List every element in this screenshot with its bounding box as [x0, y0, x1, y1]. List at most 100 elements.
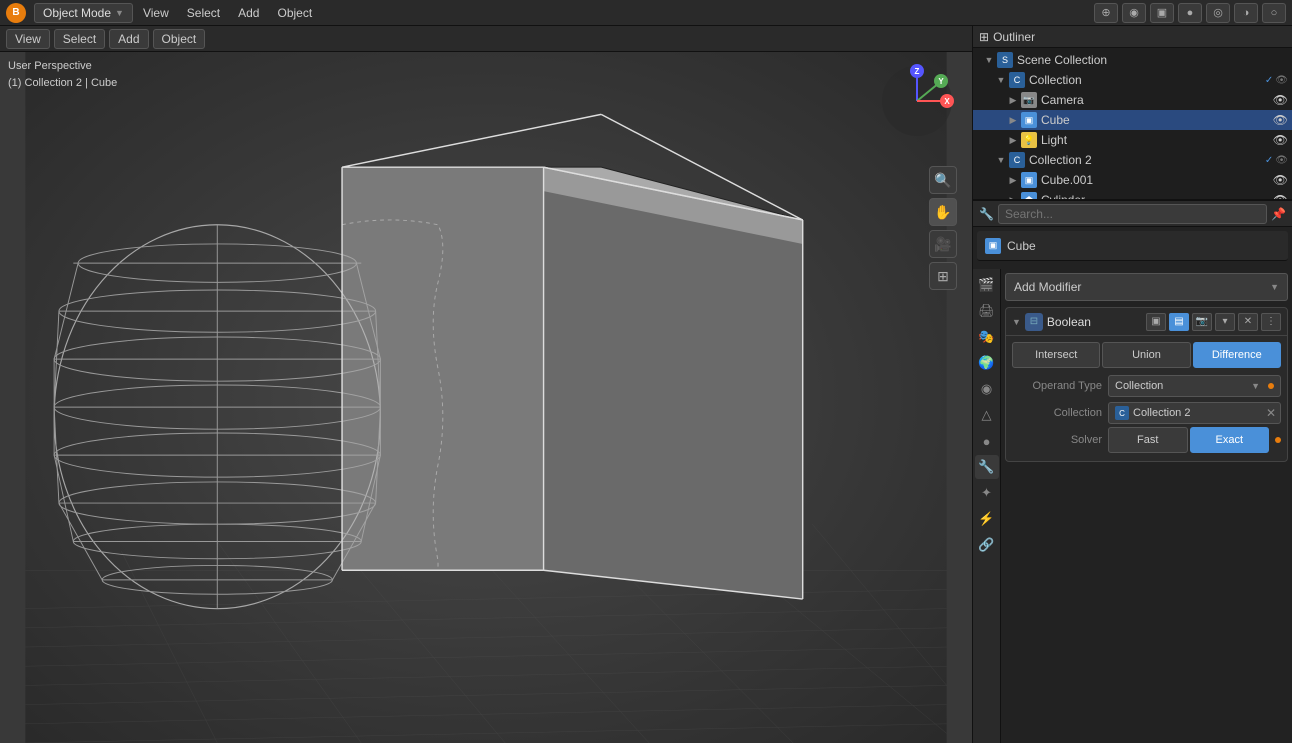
modifier-render-btn[interactable]: ▤	[1169, 313, 1189, 331]
viewport-add-menu[interactable]: Add	[109, 29, 148, 49]
scene-collection-icon: S	[997, 52, 1013, 68]
tab-object[interactable]: ◉	[975, 377, 999, 401]
modifier-expand-btn[interactable]: ▾	[1215, 313, 1235, 331]
add-modifier-button[interactable]: Add Modifier ▼	[1005, 273, 1288, 301]
right-panel: ⊞ Outliner ▼ S Scene Collection ▼ C Coll…	[972, 26, 1292, 743]
outliner-item-collection[interactable]: ▼ C Collection ✓ 👁	[973, 70, 1292, 90]
cylinder-eye[interactable]: 👁	[1273, 193, 1288, 199]
shading-eevee[interactable]: ○	[1262, 3, 1286, 23]
operation-buttons: Intersect Union Difference	[1012, 342, 1281, 368]
collection2-visibility-icons: ✓ 👁	[1265, 155, 1288, 166]
select-menu[interactable]: Select	[179, 4, 228, 22]
collection-eye[interactable]: 👁	[1275, 75, 1288, 86]
solver-exact-button[interactable]: Exact	[1190, 427, 1270, 453]
viewport-3d[interactable]: View Select Add Object User Perspective …	[0, 26, 972, 743]
collection2-check[interactable]: ✓	[1265, 155, 1273, 166]
shading-solid[interactable]: ●	[1178, 3, 1202, 23]
add-menu[interactable]: Add	[230, 4, 267, 22]
outliner-content: ▼ S Scene Collection ▼ C Collection ✓ 👁	[973, 48, 1292, 199]
cube-eye[interactable]: 👁	[1273, 113, 1288, 127]
tool-camera[interactable]: 🎥	[929, 230, 957, 258]
header-icons: ⊕ ◉ ▣ ● ◎ ◑ ○	[1094, 3, 1286, 23]
tab-world[interactable]: 🌍	[975, 351, 999, 375]
tool-move[interactable]: ✋	[929, 198, 957, 226]
cube-arrow[interactable]: ▶	[1007, 114, 1019, 126]
camera-arrow[interactable]: ▶	[1007, 94, 1019, 106]
outliner-item-light[interactable]: ▶ 💡 Light 👁	[973, 130, 1292, 150]
object-mode-label: Object Mode	[43, 6, 111, 20]
collection-arrow[interactable]: ▼	[995, 74, 1007, 86]
properties-panel-icon: 🔧	[979, 207, 994, 221]
tab-modifier[interactable]: 🔧	[975, 455, 999, 479]
xray-toggle[interactable]: ▣	[1150, 3, 1174, 23]
outliner-item-collection2[interactable]: ▼ C Collection 2 ✓ 👁	[973, 150, 1292, 170]
difference-button[interactable]: Difference	[1193, 342, 1281, 368]
tab-constraints[interactable]: 🔗	[975, 533, 999, 557]
modifier-camera-btn[interactable]: 📷	[1192, 313, 1212, 331]
light-arrow[interactable]: ▶	[1007, 134, 1019, 146]
cube001-eye[interactable]: 👁	[1273, 173, 1288, 187]
modifier-icon: ⊟	[1025, 313, 1043, 331]
object-mode-dropdown[interactable]: Object Mode ▼	[34, 3, 133, 23]
gizmo-toggle[interactable]: ⊕	[1094, 3, 1118, 23]
outliner-item-cylinder[interactable]: ▶ ⬟ Cylinder 👁	[973, 190, 1292, 199]
pin-icon[interactable]: 📌	[1271, 207, 1286, 221]
tab-physics[interactable]: ⚡	[975, 507, 999, 531]
cylinder-arrow[interactable]: ▶	[1007, 194, 1019, 199]
collection-field-value[interactable]: C Collection 2 ✕	[1108, 402, 1281, 424]
modifier-menu-btn[interactable]: ⋮	[1261, 313, 1281, 331]
tab-material[interactable]: ●	[975, 429, 999, 453]
cube001-arrow[interactable]: ▶	[1007, 174, 1019, 186]
intersect-button[interactable]: Intersect	[1012, 342, 1100, 368]
viewport-view-menu[interactable]: View	[6, 29, 50, 49]
modifier-realtime-btn[interactable]: ▣	[1146, 313, 1166, 331]
collection2-arrow[interactable]: ▼	[995, 154, 1007, 166]
scene-collection-name: Scene Collection	[1017, 53, 1288, 67]
camera-eye[interactable]: 👁	[1273, 93, 1288, 107]
collection2-icon: C	[1009, 152, 1025, 168]
outliner-item-scene-collection[interactable]: ▼ S Scene Collection	[973, 50, 1292, 70]
modifier-close-btn[interactable]: ✕	[1238, 313, 1258, 331]
outliner-item-cube[interactable]: ▶ ▣ Cube 👁	[973, 110, 1292, 130]
navigation-gizmo[interactable]: Z Y X	[877, 61, 957, 141]
object-menu[interactable]: Object	[269, 4, 320, 22]
view-menu[interactable]: View	[135, 4, 177, 22]
operand-type-value[interactable]: Collection ▼	[1108, 375, 1281, 397]
tab-output[interactable]: 🖨	[975, 299, 999, 323]
collection-clear-button[interactable]: ✕	[1266, 406, 1276, 420]
perspective-label: User Perspective	[8, 58, 117, 75]
viewport-select-menu[interactable]: Select	[54, 29, 105, 49]
properties-content: Add Modifier ▼ ▼ ⊟ Boolean ▣ ▤ 📷	[1001, 269, 1292, 743]
tab-particles[interactable]: ✦	[975, 481, 999, 505]
tab-scene[interactable]: 🎭	[975, 325, 999, 349]
tab-mesh[interactable]: △	[975, 403, 999, 427]
scene-collection-arrow[interactable]: ▼	[983, 54, 995, 66]
outliner-item-cube001[interactable]: ▶ ▣ Cube.001 👁	[973, 170, 1292, 190]
blender-logo: B	[6, 3, 26, 23]
overlays-toggle[interactable]: ◉	[1122, 3, 1146, 23]
outliner-item-camera[interactable]: ▶ 📷 Camera 👁	[973, 90, 1292, 110]
union-button[interactable]: Union	[1102, 342, 1190, 368]
collection2-name: Collection 2	[1029, 153, 1263, 167]
scene-svg	[0, 52, 972, 743]
tool-grid[interactable]: ⊞	[929, 262, 957, 290]
cylinder-icon: ⬟	[1021, 192, 1037, 199]
light-icon: 💡	[1021, 132, 1037, 148]
collection-check[interactable]: ✓	[1265, 75, 1273, 86]
add-modifier-arrow: ▼	[1270, 282, 1279, 292]
light-eye[interactable]: 👁	[1273, 133, 1288, 147]
viewport-object-menu[interactable]: Object	[153, 29, 206, 49]
solver-fast-button[interactable]: Fast	[1108, 427, 1188, 453]
operand-type-row: Operand Type Collection ▼	[1012, 374, 1281, 398]
modifier-collapse[interactable]: ▼	[1012, 317, 1021, 327]
cylinder-name: Cylinder	[1041, 193, 1271, 199]
collection2-eye[interactable]: 👁	[1275, 155, 1288, 166]
properties-search-input[interactable]	[998, 204, 1267, 224]
object-name-label: Cube	[1007, 239, 1036, 253]
collection-icon: C	[1009, 72, 1025, 88]
tab-render[interactable]: 🎬	[975, 273, 999, 297]
tool-magnify[interactable]: 🔍	[929, 166, 957, 194]
top-menu-bar: B Object Mode ▼ View Select Add Object ⊕…	[0, 0, 1292, 26]
shading-render[interactable]: ◑	[1234, 3, 1258, 23]
shading-material[interactable]: ◎	[1206, 3, 1230, 23]
